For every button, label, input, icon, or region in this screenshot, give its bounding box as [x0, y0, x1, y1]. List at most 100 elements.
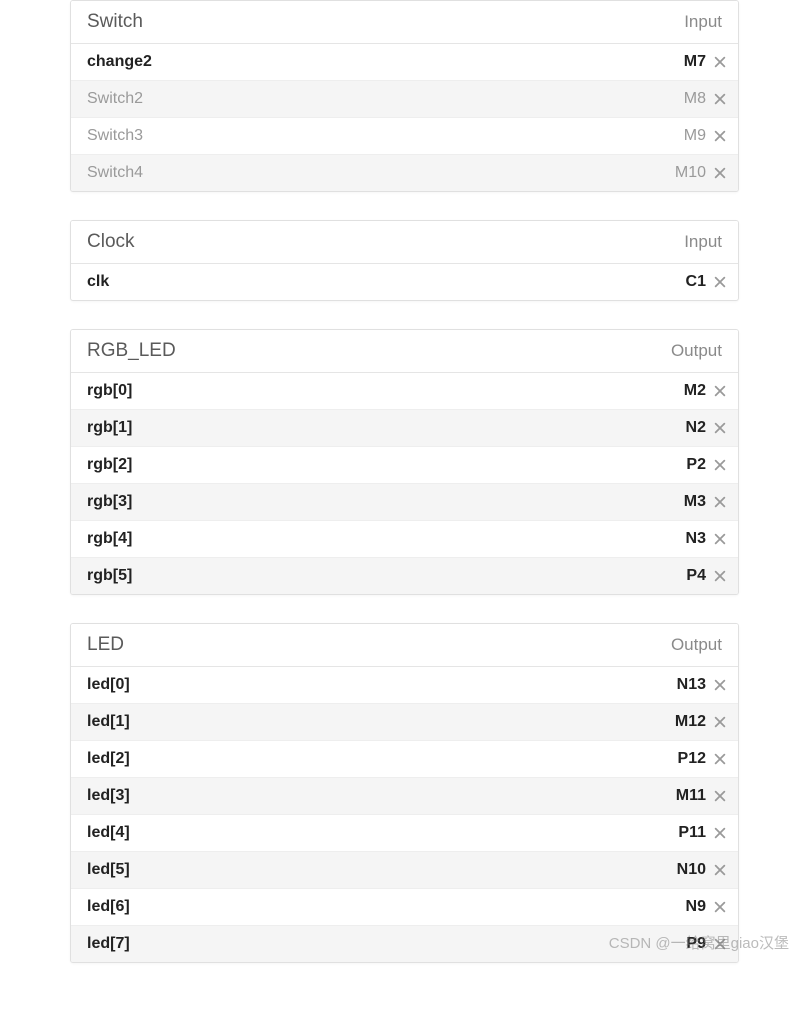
pin-label: P9	[686, 935, 706, 953]
panel-switch: SwitchInputchange2M7Switch2M8Switch3M9Sw…	[70, 0, 739, 192]
pin-label: M12	[675, 713, 706, 731]
close-icon[interactable]	[712, 420, 728, 436]
close-icon[interactable]	[712, 128, 728, 144]
panel-clock: ClockInput clk C1	[70, 220, 739, 301]
panel-title: RGB_LED	[87, 340, 176, 362]
signal-name: led[0]	[87, 676, 130, 694]
panel-title: Clock	[87, 231, 135, 253]
close-icon[interactable]	[712, 457, 728, 473]
row-right: M3	[684, 493, 728, 511]
pin-row[interactable]: rgb[1] N2	[71, 410, 738, 447]
pin-row[interactable]: led[0] N13	[71, 667, 738, 704]
pin-row[interactable]: Switch2 M8	[71, 81, 738, 118]
panel-direction: Input	[684, 12, 722, 32]
close-icon[interactable]	[712, 91, 728, 107]
signal-name: rgb[2]	[87, 456, 132, 474]
pin-label: N3	[686, 530, 706, 548]
pin-row[interactable]: change2 M7	[71, 44, 738, 81]
pin-assignment-container: SwitchInputchange2M7Switch2M8Switch3M9Sw…	[0, 0, 809, 963]
signal-name: led[5]	[87, 861, 130, 879]
pin-label: M8	[684, 90, 706, 108]
row-right: N10	[677, 861, 728, 879]
pin-row[interactable]: rgb[5] P4	[71, 558, 738, 594]
row-right: N13	[677, 676, 728, 694]
panel-title: LED	[87, 634, 124, 656]
panel-direction: Output	[671, 341, 722, 361]
pin-row[interactable]: led[1] M12	[71, 704, 738, 741]
close-icon[interactable]	[712, 165, 728, 181]
close-icon[interactable]	[712, 936, 728, 952]
pin-row[interactable]: rgb[3] M3	[71, 484, 738, 521]
pin-row[interactable]: Switch3M9	[71, 118, 738, 155]
pin-label: M3	[684, 493, 706, 511]
close-icon[interactable]	[712, 899, 728, 915]
row-right: P12	[678, 750, 728, 768]
close-icon[interactable]	[712, 383, 728, 399]
row-right: P9	[686, 935, 728, 953]
pin-row[interactable]: rgb[4]N3	[71, 521, 738, 558]
row-right: P4	[686, 567, 728, 585]
row-right: N9	[686, 898, 728, 916]
close-icon[interactable]	[712, 274, 728, 290]
pin-label: M10	[675, 164, 706, 182]
panel-rgb-led: RGB_LEDOutputrgb[0]M2rgb[1]N2rgb[2]P2rgb…	[70, 329, 739, 595]
pin-label: M2	[684, 382, 706, 400]
row-right: C1	[686, 273, 728, 291]
close-icon[interactable]	[712, 825, 728, 841]
pin-row[interactable]: Switch4M10	[71, 155, 738, 191]
signal-name: clk	[87, 273, 109, 291]
signal-name: rgb[1]	[87, 419, 132, 437]
pin-label: P4	[686, 567, 706, 585]
close-icon[interactable]	[712, 751, 728, 767]
pin-row[interactable]: led[3] M11	[71, 778, 738, 815]
panel-header: RGB_LED Output	[71, 330, 738, 373]
pin-row[interactable]: rgb[0] M2	[71, 373, 738, 410]
signal-name: led[2]	[87, 750, 130, 768]
close-icon[interactable]	[712, 568, 728, 584]
signal-name: change2	[87, 53, 152, 71]
panel-title: Switch	[87, 11, 143, 33]
pin-label: N13	[677, 676, 706, 694]
signal-name: led[6]	[87, 898, 130, 916]
row-right: P2	[686, 456, 728, 474]
pin-row[interactable]: clk C1	[71, 264, 738, 300]
pin-row[interactable]: led[5] N10	[71, 852, 738, 889]
pin-row[interactable]: led[2] P12	[71, 741, 738, 778]
pin-label: M11	[676, 787, 706, 805]
close-icon[interactable]	[712, 677, 728, 693]
signal-name: led[7]	[87, 935, 130, 953]
signal-name: rgb[5]	[87, 567, 132, 585]
signal-name: led[1]	[87, 713, 130, 731]
row-right: M9	[684, 127, 728, 145]
pin-row[interactable]: rgb[2] P2	[71, 447, 738, 484]
row-right: P11	[678, 824, 728, 842]
panel-direction: Output	[671, 635, 722, 655]
row-right: M11	[676, 787, 728, 805]
close-icon[interactable]	[712, 862, 728, 878]
row-right: N3	[686, 530, 728, 548]
pin-row[interactable]: led[7] P9	[71, 926, 738, 962]
signal-name: led[3]	[87, 787, 130, 805]
pin-label: M9	[684, 127, 706, 145]
pin-label: N10	[677, 861, 706, 879]
row-right: M7	[684, 53, 728, 71]
signal-name: led[4]	[87, 824, 130, 842]
panel-header: Switch Input	[71, 1, 738, 44]
signal-name: rgb[0]	[87, 382, 132, 400]
pin-label: N2	[686, 419, 706, 437]
row-right: M10	[675, 164, 728, 182]
close-icon[interactable]	[712, 788, 728, 804]
signal-name: Switch2	[87, 90, 143, 108]
row-right: N2	[686, 419, 728, 437]
pin-label: C1	[686, 273, 706, 291]
panel-header: ClockInput	[71, 221, 738, 264]
pin-row[interactable]: led[4] P11	[71, 815, 738, 852]
signal-name: rgb[3]	[87, 493, 132, 511]
close-icon[interactable]	[712, 714, 728, 730]
close-icon[interactable]	[712, 54, 728, 70]
close-icon[interactable]	[712, 531, 728, 547]
panel-led: LEDOutputled[0]N13led[1]M12led[2]P12led[…	[70, 623, 739, 963]
pin-row[interactable]: led[6] N9	[71, 889, 738, 926]
panel-header: LED Output	[71, 624, 738, 667]
close-icon[interactable]	[712, 494, 728, 510]
